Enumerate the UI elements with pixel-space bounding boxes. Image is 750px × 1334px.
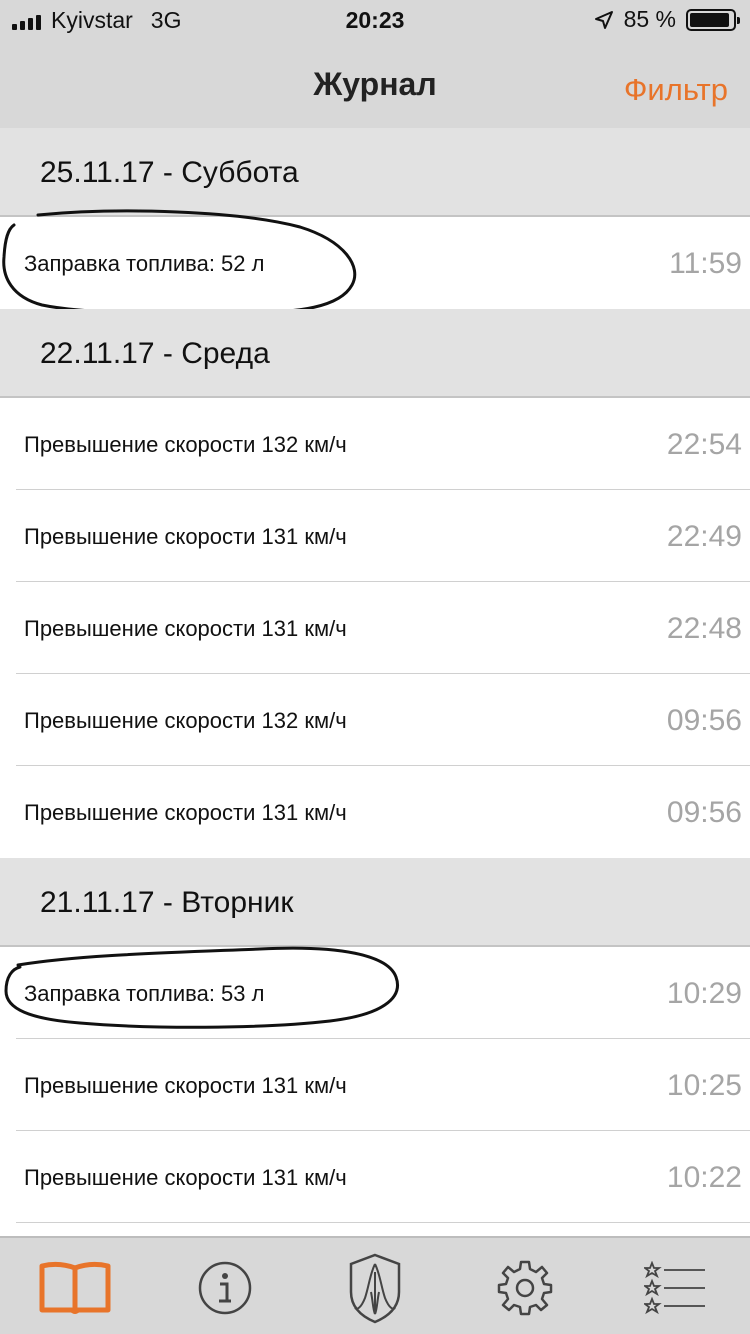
starred-list-icon — [644, 1261, 705, 1315]
event-label: Превышение скорости 131 км/ч — [24, 1073, 347, 1098]
section-header: 22.11.17 - Среда — [0, 309, 750, 398]
list-item[interactable]: Превышение скорости 132 км/ч 09:56 — [0, 674, 750, 766]
section-date: 21.11.17 - Вторник — [40, 886, 294, 919]
list-item[interactable]: Превышение скорости 131 км/ч 22:49 — [0, 490, 750, 582]
tab-emblem[interactable] — [300, 1248, 450, 1328]
list-item[interactable]: Превышение скорости 131 км/ч 10:25 — [0, 1039, 750, 1131]
list-item[interactable]: Превышение скорости 131 км/ч 09:56 — [0, 766, 750, 858]
event-label: Заправка топлива: 52 л — [24, 251, 265, 276]
status-right: 85 % — [594, 6, 740, 33]
event-time: 10:29 — [666, 977, 742, 1010]
book-icon — [39, 1261, 111, 1314]
filter-button[interactable]: Фильтр — [624, 72, 728, 108]
section-header: 21.11.17 - Вторник — [0, 858, 750, 947]
tab-settings[interactable] — [450, 1248, 600, 1328]
list-item[interactable]: Заправка топлива: 53 л 10:29 — [0, 946, 750, 1039]
journal-list[interactable]: 25.11.17 - Суббота Заправка топлива: 52 … — [0, 128, 750, 1236]
event-time: 10:22 — [666, 1161, 742, 1194]
event-label: Превышение скорости 131 км/ч — [24, 1165, 347, 1190]
event-time: 09:56 — [666, 704, 742, 737]
list-item[interactable]: Превышение скорости 131 км/ч 22:48 — [0, 582, 750, 674]
status-bar: Kyivstar 3G 20:23 85 % — [0, 0, 750, 40]
location-arrow-icon — [594, 10, 613, 29]
info-icon — [198, 1261, 252, 1315]
event-label: Превышение скорости 131 км/ч — [24, 524, 347, 549]
event-time: 22:49 — [666, 520, 742, 553]
event-label: Превышение скорости 131 км/ч — [24, 616, 347, 641]
event-time: 22:54 — [666, 428, 742, 461]
tab-info[interactable] — [150, 1248, 300, 1328]
event-label: Заправка топлива: 53 л — [24, 981, 265, 1006]
section-date: 22.11.17 - Среда — [40, 337, 270, 370]
section-header: 25.11.17 - Суббота — [0, 128, 750, 217]
event-time: 10:25 — [666, 1069, 742, 1102]
shield-emblem-icon — [349, 1253, 401, 1324]
list-item[interactable]: Превышение скорости 132 км/ч 22:54 — [0, 398, 750, 490]
event-label: Превышение скорости 132 км/ч — [24, 432, 347, 457]
battery-percent: 85 % — [623, 6, 676, 32]
event-label: Превышение скорости 131 км/ч — [24, 800, 347, 825]
event-label: Превышение скорости 132 км/ч — [24, 708, 347, 733]
section-date: 25.11.17 - Суббота — [40, 156, 299, 189]
tab-bar — [0, 1236, 750, 1334]
list-item[interactable]: Заправка топлива: 52 л 11:59 — [0, 209, 750, 316]
gear-icon — [497, 1260, 553, 1316]
event-time: 09:56 — [666, 796, 742, 829]
list-item[interactable]: Превышение скорости 131 км/ч 10:22 — [0, 1131, 750, 1223]
navigation-bar: Журнал Фильтр — [0, 40, 750, 128]
tab-journal[interactable] — [0, 1248, 150, 1328]
battery-icon — [686, 8, 740, 31]
event-time: 11:59 — [669, 247, 742, 280]
tab-favorites[interactable] — [600, 1248, 750, 1328]
event-time: 22:48 — [666, 612, 742, 645]
